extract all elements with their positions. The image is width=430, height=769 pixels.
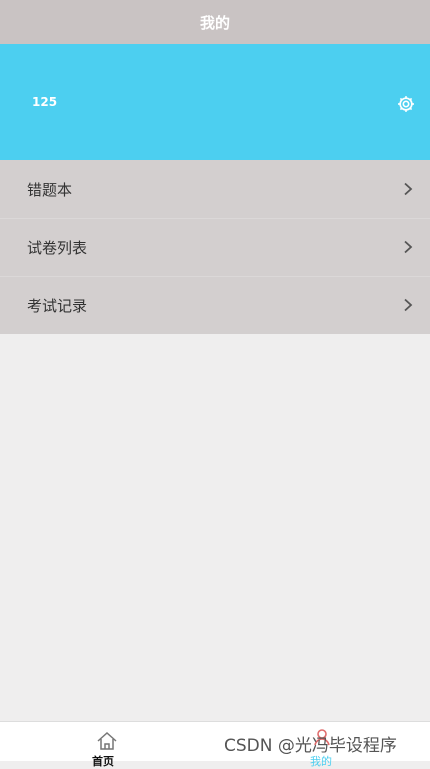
menu-item-exam-records[interactable]: 考试记录 <box>0 276 430 334</box>
profile-banner: 125 <box>0 44 430 160</box>
menu-item-wrong-questions[interactable]: 错题本 <box>0 160 430 218</box>
menu-item-label: 试卷列表 <box>27 238 88 257</box>
page-title: 我的 <box>199 13 230 32</box>
chevron-right-icon <box>404 182 413 196</box>
user-id: 125 <box>32 95 58 109</box>
menu-list: 错题本 试卷列表 考试记录 <box>0 160 430 334</box>
home-icon[interactable] <box>96 730 118 752</box>
menu-item-paper-list[interactable]: 试卷列表 <box>0 218 430 276</box>
menu-item-label: 考试记录 <box>27 296 88 315</box>
chevron-right-icon <box>404 240 413 254</box>
menu-item-label: 错题本 <box>27 180 73 199</box>
page-header: 我的 <box>0 0 430 44</box>
tab-home[interactable]: 首页 <box>92 753 114 769</box>
gear-icon[interactable] <box>396 94 416 114</box>
chevron-right-icon <box>404 298 413 312</box>
watermark: CSDN @光冯毕设程序 <box>224 736 397 756</box>
